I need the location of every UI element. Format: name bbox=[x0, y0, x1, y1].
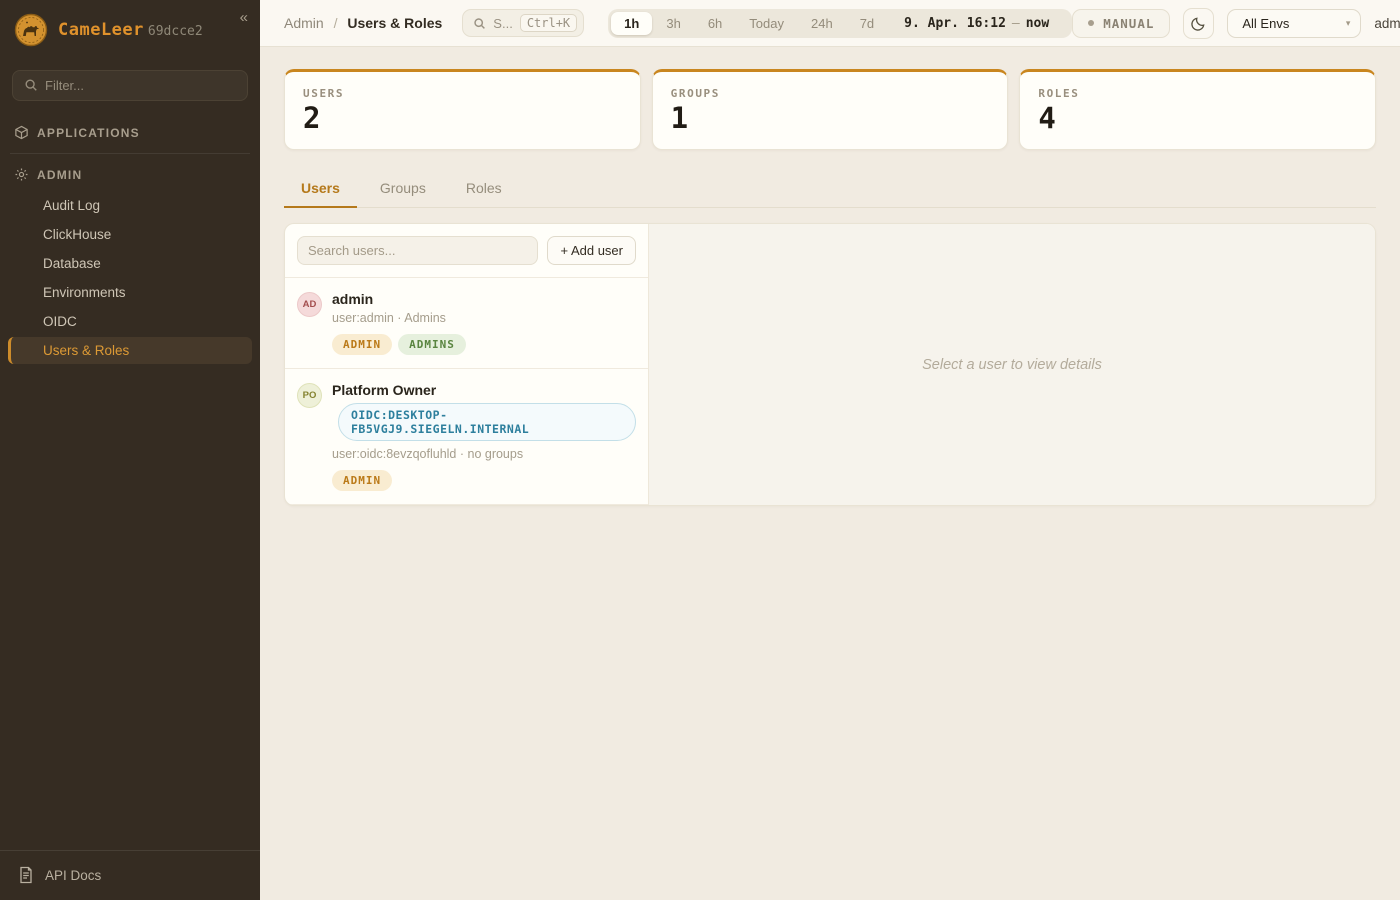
group-badge-admins: ADMINS bbox=[398, 334, 466, 355]
page-content: USERS 2 GROUPS 1 ROLES 4 Users Groups Ro… bbox=[260, 47, 1400, 900]
api-docs-label: API Docs bbox=[45, 868, 101, 883]
section-label: ADMIN bbox=[37, 168, 82, 182]
sidebar-item-oidc[interactable]: OIDC bbox=[8, 308, 252, 335]
document-icon bbox=[18, 866, 34, 884]
sidebar-item-clickhouse[interactable]: ClickHouse bbox=[8, 221, 252, 248]
tab-users[interactable]: Users bbox=[284, 171, 357, 208]
role-badge-admin: ADMIN bbox=[332, 470, 392, 491]
main-area: Admin / Users & Roles S... Ctrl+K 1h 3h … bbox=[260, 0, 1400, 900]
add-user-button[interactable]: + Add user bbox=[547, 236, 636, 265]
environment-select-value: All Envs bbox=[1242, 16, 1289, 31]
tab-bar: Users Groups Roles bbox=[284, 171, 1376, 208]
theme-toggle-button[interactable] bbox=[1183, 8, 1214, 39]
oidc-provider-badge: OIDC:DESKTOP-FB5VGJ9.SIEGELN.INTERNAL bbox=[338, 403, 636, 441]
time-range-7d[interactable]: 7d bbox=[847, 12, 887, 35]
breadcrumb-admin[interactable]: Admin bbox=[284, 15, 324, 31]
user-subtitle: user:admin · Admins bbox=[332, 311, 466, 325]
user-info: admin user:admin · Admins ADMIN ADMINS bbox=[332, 291, 466, 355]
sidebar-item-audit-log[interactable]: Audit Log bbox=[8, 192, 252, 219]
status-dot-icon bbox=[1088, 20, 1094, 26]
app-version: 69dcce2 bbox=[148, 24, 203, 39]
user-list-column: + Add user AD admin user:admin · Admins … bbox=[285, 224, 649, 505]
gear-icon bbox=[14, 167, 29, 182]
global-search-placeholder: S... bbox=[493, 16, 513, 31]
search-shortcut-kbd: Ctrl+K bbox=[520, 14, 577, 32]
stat-label: USERS bbox=[303, 87, 622, 100]
sidebar-filter-input[interactable] bbox=[12, 70, 248, 101]
refresh-mode-badge[interactable]: MANUAL bbox=[1072, 9, 1170, 38]
avatar: PO bbox=[297, 383, 322, 408]
time-range-1h[interactable]: 1h bbox=[611, 12, 652, 35]
app-title: CameLeer 69dcce2 bbox=[58, 20, 203, 40]
stat-label: GROUPS bbox=[671, 87, 990, 100]
refresh-mode-label: MANUAL bbox=[1103, 16, 1154, 31]
time-range-today[interactable]: Today bbox=[736, 12, 797, 35]
user-row-admin[interactable]: AD admin user:admin · Admins ADMIN ADMIN… bbox=[285, 278, 648, 369]
stat-value: 4 bbox=[1038, 104, 1357, 133]
topbar: Admin / Users & Roles S... Ctrl+K 1h 3h … bbox=[260, 0, 1400, 47]
breadcrumb-separator: / bbox=[334, 15, 338, 31]
topbar-right: MANUAL All Envs ▾ admin AD bbox=[1072, 8, 1400, 39]
users-panel: + Add user AD admin user:admin · Admins … bbox=[284, 223, 1376, 506]
user-subtitle: user:oidc:8evzqofluhld · no groups bbox=[332, 447, 636, 461]
stat-label: ROLES bbox=[1038, 87, 1357, 100]
search-icon bbox=[473, 17, 486, 30]
tab-groups[interactable]: Groups bbox=[363, 171, 443, 208]
stat-card-roles: ROLES 4 bbox=[1019, 69, 1376, 150]
stat-value: 1 bbox=[671, 104, 990, 133]
sidebar: CameLeer 69dcce2 « APPLICATIONS ADMIN Aud… bbox=[0, 0, 260, 900]
sidebar-footer-api-docs[interactable]: API Docs bbox=[0, 850, 260, 900]
current-user-name: admin bbox=[1374, 16, 1400, 31]
breadcrumb: Admin / Users & Roles bbox=[284, 15, 442, 31]
time-from: 9. Apr. 16:12 bbox=[904, 16, 1006, 31]
sidebar-section-applications[interactable]: APPLICATIONS bbox=[8, 117, 252, 148]
sidebar-item-environments[interactable]: Environments bbox=[8, 279, 252, 306]
global-search-button[interactable]: S... Ctrl+K bbox=[462, 9, 584, 37]
empty-state-hint: Select a user to view details bbox=[922, 357, 1102, 373]
app-name: CameLeer bbox=[58, 20, 144, 40]
time-range-group: 1h 3h 6h Today 24h 7d 9. Apr. 16:12–now bbox=[608, 9, 1072, 38]
user-list-toolbar: + Add user bbox=[285, 224, 648, 278]
time-range-24h[interactable]: 24h bbox=[798, 12, 846, 35]
tab-roles[interactable]: Roles bbox=[449, 171, 519, 208]
time-range-3h[interactable]: 3h bbox=[653, 12, 693, 35]
user-name: admin bbox=[332, 291, 466, 307]
role-badge-admin: ADMIN bbox=[332, 334, 392, 355]
sidebar-filter bbox=[0, 60, 260, 115]
sidebar-nav: APPLICATIONS ADMIN Audit Log ClickHouse … bbox=[0, 115, 260, 850]
badge-row: ADMIN bbox=[332, 470, 636, 491]
sidebar-item-database[interactable]: Database bbox=[8, 250, 252, 277]
sidebar-section-admin[interactable]: ADMIN bbox=[8, 159, 252, 190]
time-range-6h[interactable]: 6h bbox=[695, 12, 735, 35]
search-icon bbox=[24, 78, 38, 92]
section-label: APPLICATIONS bbox=[37, 126, 140, 140]
camel-logo-icon bbox=[14, 13, 48, 47]
environment-select[interactable]: All Envs ▾ bbox=[1227, 9, 1361, 38]
cube-icon bbox=[14, 125, 29, 140]
nav-divider bbox=[10, 153, 250, 154]
time-range-current[interactable]: 9. Apr. 16:12–now bbox=[888, 16, 1069, 31]
sidebar-header: CameLeer 69dcce2 « bbox=[0, 0, 260, 60]
avatar: AD bbox=[297, 292, 322, 317]
time-to: now bbox=[1026, 16, 1061, 31]
time-separator: – bbox=[1006, 16, 1026, 31]
stat-card-users: USERS 2 bbox=[284, 69, 641, 150]
stat-value: 2 bbox=[303, 104, 622, 133]
stat-card-groups: GROUPS 1 bbox=[652, 69, 1009, 150]
chevron-down-icon: ▾ bbox=[1346, 18, 1351, 29]
sidebar-item-users-roles[interactable]: Users & Roles bbox=[8, 337, 252, 364]
user-row-platform-owner[interactable]: PO Platform Owner OIDC:DESKTOP-FB5VGJ9.S… bbox=[285, 369, 648, 505]
sidebar-collapse-icon[interactable]: « bbox=[240, 10, 248, 25]
moon-icon bbox=[1191, 16, 1206, 31]
user-detail-panel: Select a user to view details bbox=[649, 224, 1375, 505]
user-search-input[interactable] bbox=[297, 236, 538, 265]
user-name: Platform Owner bbox=[332, 382, 636, 398]
badge-row: ADMIN ADMINS bbox=[332, 334, 466, 355]
breadcrumb-current: Users & Roles bbox=[347, 15, 442, 31]
user-info: Platform Owner OIDC:DESKTOP-FB5VGJ9.SIEG… bbox=[332, 382, 636, 491]
stats-row: USERS 2 GROUPS 1 ROLES 4 bbox=[284, 69, 1376, 150]
